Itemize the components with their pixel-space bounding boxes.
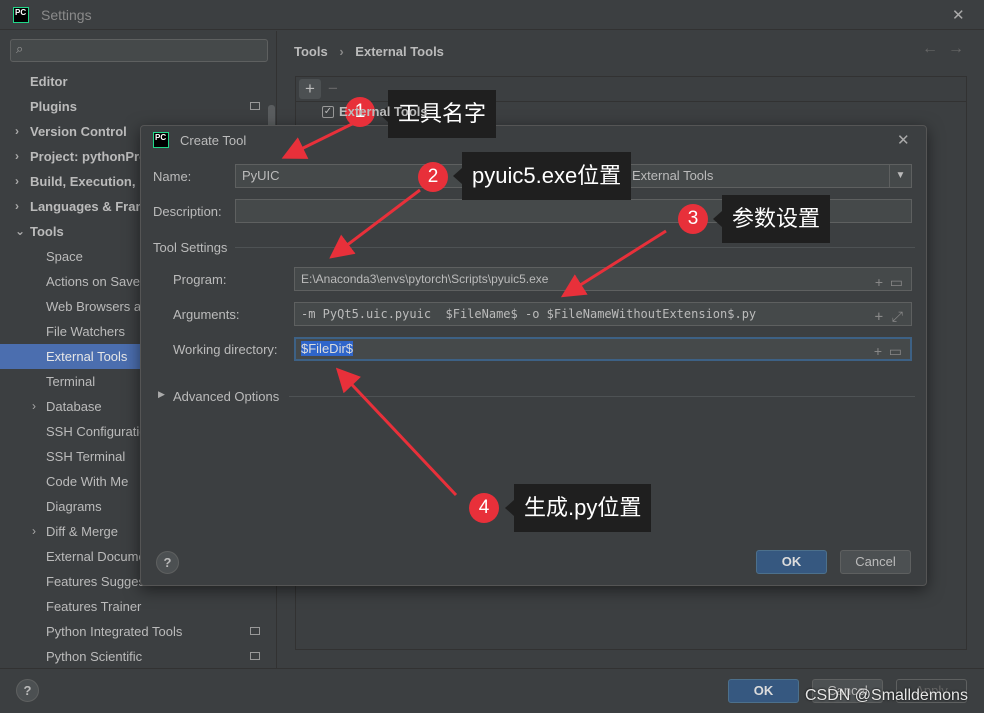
annotation-badge: 4 (469, 493, 499, 523)
tree-group-external-tools[interactable]: External Tools (339, 104, 428, 119)
arrow-4 (335, 367, 458, 497)
annotation-callout: 生成.py位置 (504, 484, 652, 532)
arrow-1 (281, 122, 353, 159)
watermark: CSDN @Smalldemons (805, 687, 968, 704)
annotation-badge: 2 (418, 162, 448, 192)
annotation-callout: pyuic5.exe位置 (452, 152, 632, 200)
arrow-2 (329, 188, 421, 259)
arrow-3 (560, 229, 667, 298)
annotation-badge: 3 (678, 204, 708, 234)
annotation-callout: 参数设置 (712, 195, 831, 243)
